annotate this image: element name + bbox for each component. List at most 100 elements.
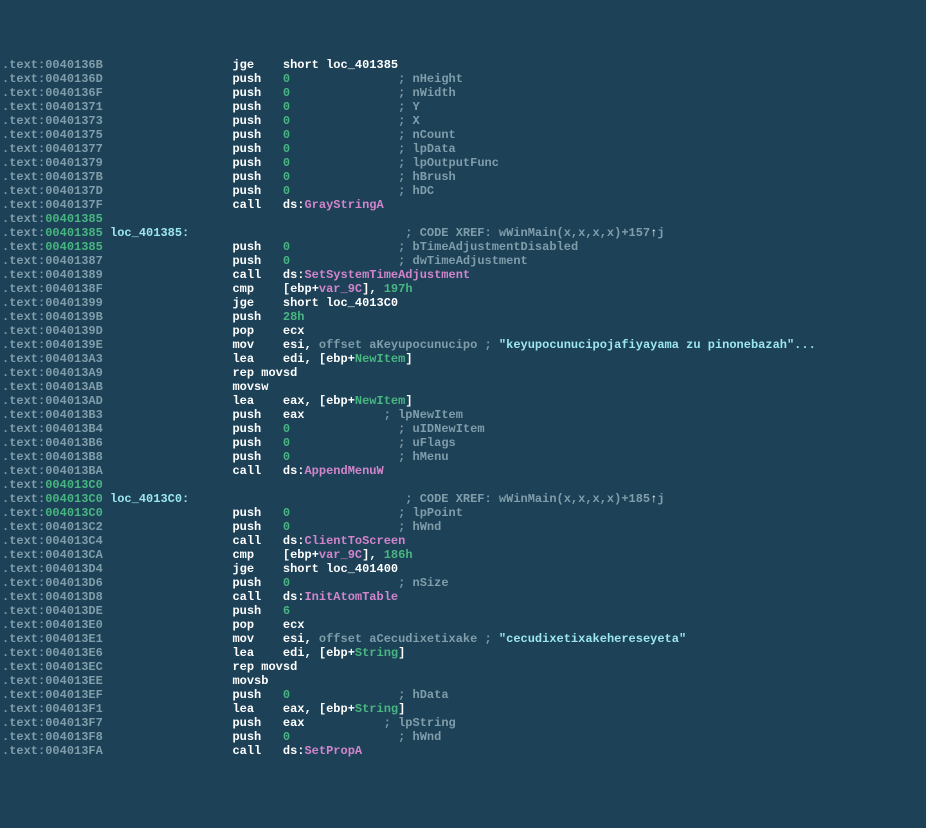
address: 004013C0 <box>45 506 103 520</box>
asm-line[interactable]: .text:0040136D push 0 ; nHeight <box>2 72 924 86</box>
asm-line[interactable]: .text:00401385 <box>2 212 924 226</box>
address: 004013E0 <box>45 618 103 632</box>
code-listing[interactable]: .text:0040136B jge short loc_401385.text… <box>2 58 924 758</box>
comment: ; lpNewItem <box>384 408 463 422</box>
operand: eax <box>283 408 305 422</box>
segment-name: .text: <box>2 100 45 114</box>
address: 004013D6 <box>45 576 103 590</box>
asm-line[interactable]: .text:004013B8 push 0 ; hMenu <box>2 450 924 464</box>
asm-line[interactable]: .text:004013CA cmp [ebp+var_9C], 186h <box>2 548 924 562</box>
asm-line[interactable]: .text:0040137F call ds:GrayStringA <box>2 198 924 212</box>
asm-line[interactable]: .text:00401379 push 0 ; lpOutputFunc <box>2 156 924 170</box>
asm-line[interactable]: .text:004013A9 rep movsd <box>2 366 924 380</box>
address: 0040136F <box>45 86 103 100</box>
asm-line[interactable]: .text:004013F7 push eax ; lpString <box>2 716 924 730</box>
operand: , <box>369 282 383 296</box>
asm-line[interactable]: .text:004013E0 pop ecx <box>2 618 924 632</box>
asm-line[interactable]: .text:00401389 call ds:SetSystemTimeAdju… <box>2 268 924 282</box>
asm-line[interactable]: .text:004013DE push 6 <box>2 604 924 618</box>
asm-line[interactable]: .text:004013D8 call ds:InitAtomTable <box>2 590 924 604</box>
address: 004013F7 <box>45 716 103 730</box>
address: 004013C2 <box>45 520 103 534</box>
segment-name: .text: <box>2 548 45 562</box>
asm-line[interactable]: .text:004013EC rep movsd <box>2 660 924 674</box>
asm-line[interactable]: .text:004013EE movsb <box>2 674 924 688</box>
mnemonic: push <box>232 450 282 464</box>
address: 0040138F <box>45 282 103 296</box>
asm-line[interactable]: .text:004013B3 push eax ; lpNewItem <box>2 408 924 422</box>
asm-line[interactable]: .text:004013BA call ds:AppendMenuW <box>2 464 924 478</box>
asm-line[interactable]: .text:0040136F push 0 ; nWidth <box>2 86 924 100</box>
segment-name: .text: <box>2 660 45 674</box>
operand: 0 <box>283 436 290 450</box>
asm-line[interactable]: .text:004013F8 push 0 ; hWnd <box>2 730 924 744</box>
asm-line[interactable]: .text:004013B6 push 0 ; uFlags <box>2 436 924 450</box>
segment-name: .text: <box>2 324 45 338</box>
code-label[interactable]: loc_401385: <box>110 226 189 240</box>
asm-line[interactable]: .text:0040137B push 0 ; hBrush <box>2 170 924 184</box>
asm-line[interactable]: .text:004013C4 call ds:ClientToScreen <box>2 534 924 548</box>
asm-line[interactable]: .text:00401387 push 0 ; dwTimeAdjustment <box>2 254 924 268</box>
asm-line[interactable]: .text:0040136B jge short loc_401385 <box>2 58 924 72</box>
asm-line[interactable]: .text:004013E6 lea edi, [ebp+String] <box>2 646 924 660</box>
mnemonic: push <box>232 716 282 730</box>
asm-line[interactable]: .text:004013EF push 0 ; hData <box>2 688 924 702</box>
mnemonic: jge <box>232 296 282 310</box>
asm-line[interactable]: .text:004013C2 push 0 ; hWnd <box>2 520 924 534</box>
operand: + <box>348 702 355 716</box>
asm-line[interactable]: .text:00401385 push 0 ; bTimeAdjustmentD… <box>2 240 924 254</box>
address: 004013EF <box>45 688 103 702</box>
disassembly-listing: { "lines": [ {"addr": "0040136B", "gray"… <box>0 0 926 802</box>
address: 0040136B <box>45 58 103 72</box>
asm-line[interactable]: .text:00401399 jge short loc_4013C0 <box>2 296 924 310</box>
asm-line[interactable]: .text:004013F1 lea eax, [ebp+String] <box>2 702 924 716</box>
operand: ds <box>283 464 297 478</box>
asm-line[interactable]: .text:004013D6 push 0 ; nSize <box>2 576 924 590</box>
asm-line[interactable]: .text:00401385 loc_401385: ; CODE XREF: … <box>2 226 924 240</box>
asm-line[interactable]: .text:004013D4 jge short loc_401400 <box>2 562 924 576</box>
operand: ClientToScreen <box>304 534 405 548</box>
address: 0040136D <box>45 72 103 86</box>
asm-line[interactable]: .text:00401373 push 0 ; X <box>2 114 924 128</box>
comment: ; uIDNewItem <box>398 422 484 436</box>
asm-line[interactable]: .text:00401375 push 0 ; nCount <box>2 128 924 142</box>
asm-line[interactable]: .text:00401371 push 0 ; Y <box>2 100 924 114</box>
asm-line[interactable]: .text:0040139D pop ecx <box>2 324 924 338</box>
operand: short loc_401400 <box>283 562 398 576</box>
address: 00401385 <box>45 226 103 240</box>
operand: 186h <box>384 548 413 562</box>
segment-name: .text: <box>2 688 45 702</box>
segment-name: .text: <box>2 58 45 72</box>
asm-line[interactable]: .text:0040139B push 28h <box>2 310 924 324</box>
address: 00401399 <box>45 296 103 310</box>
asm-line[interactable]: .text:004013FA call ds:SetPropA <box>2 744 924 758</box>
asm-line[interactable]: .text:00401377 push 0 ; lpData <box>2 142 924 156</box>
mnemonic: push <box>232 688 282 702</box>
asm-line[interactable]: .text:004013C0 <box>2 478 924 492</box>
segment-name: .text: <box>2 212 45 226</box>
operand: 0 <box>283 450 290 464</box>
asm-line[interactable]: .text:004013B4 push 0 ; uIDNewItem <box>2 422 924 436</box>
operand: ds <box>283 198 297 212</box>
asm-line[interactable]: .text:004013C0 loc_4013C0: ; CODE XREF: … <box>2 492 924 506</box>
operand: 0 <box>283 422 290 436</box>
operand: + <box>312 548 319 562</box>
asm-line[interactable]: .text:004013AB movsw <box>2 380 924 394</box>
address: 004013B6 <box>45 436 103 450</box>
address: 004013B8 <box>45 450 103 464</box>
operand: var_9C <box>319 282 362 296</box>
asm-line[interactable]: .text:004013E1 mov esi, offset aCecudixe… <box>2 632 924 646</box>
code-label[interactable]: loc_4013C0: <box>110 492 189 506</box>
asm-line[interactable]: .text:004013AD lea eax, [ebp+NewItem] <box>2 394 924 408</box>
asm-line[interactable]: .text:0040137D push 0 ; hDC <box>2 184 924 198</box>
address: 004013D4 <box>45 562 103 576</box>
asm-line[interactable]: .text:0040138F cmp [ebp+var_9C], 197h <box>2 282 924 296</box>
asm-line[interactable]: .text:0040139E mov esi, offset aKeyupocu… <box>2 338 924 352</box>
mnemonic: push <box>232 422 282 436</box>
segment-name: .text: <box>2 590 45 604</box>
operand: 0 <box>283 506 290 520</box>
asm-line[interactable]: .text:004013C0 push 0 ; lpPoint <box>2 506 924 520</box>
mnemonic: lea <box>232 394 282 408</box>
segment-name: .text: <box>2 702 45 716</box>
asm-line[interactable]: .text:004013A3 lea edi, [ebp+NewItem] <box>2 352 924 366</box>
